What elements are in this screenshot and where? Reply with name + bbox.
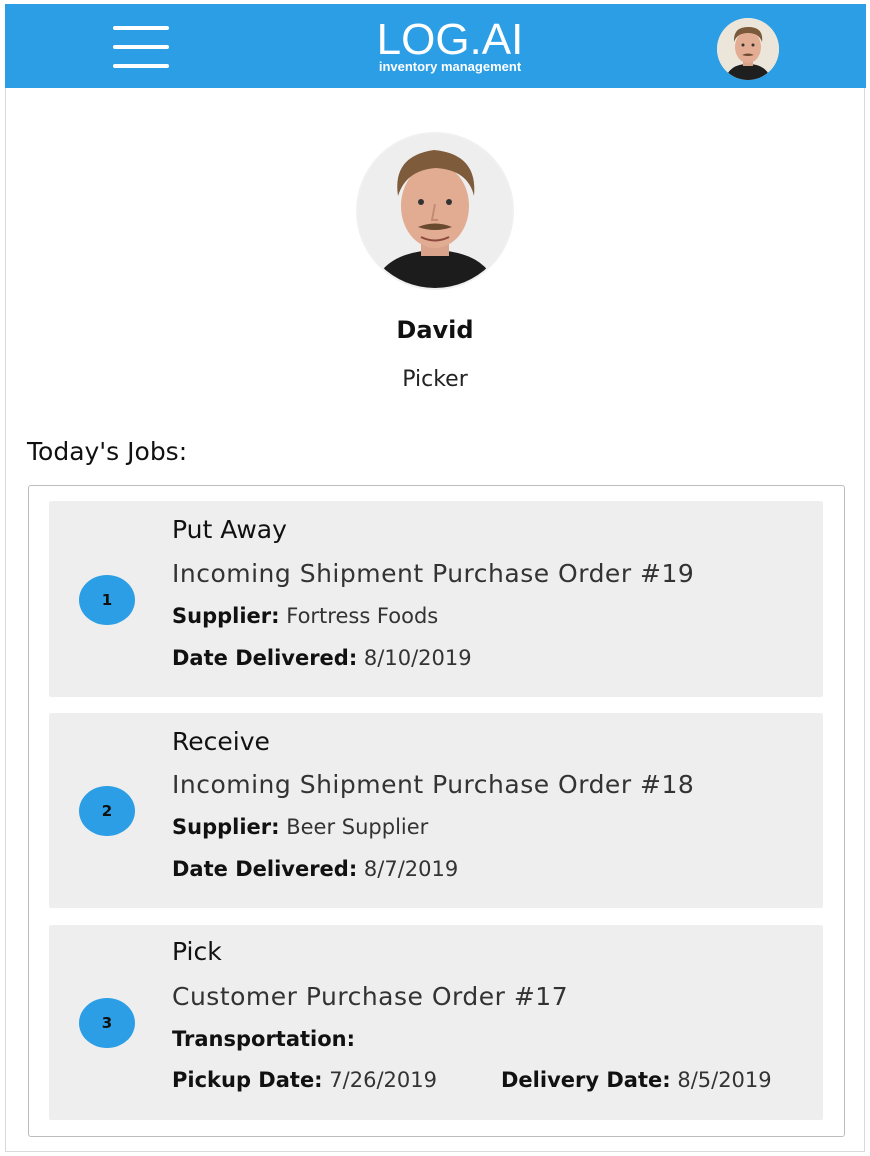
pickup-date-label: Pickup Date: xyxy=(172,1068,323,1092)
supplier-value: Fortress Foods xyxy=(286,604,439,628)
supplier-label: Supplier: xyxy=(172,815,280,839)
date-delivered-value: 8/7/2019 xyxy=(363,857,459,881)
job-pickup-date: Pickup Date: 7/26/2019 xyxy=(172,1068,437,1092)
job-card-2[interactable]: 2 Receive Incoming Shipment Purchase Ord… xyxy=(49,713,823,908)
job-number-badge: 2 xyxy=(79,786,135,836)
profile-photo xyxy=(356,132,514,290)
job-number-badge: 3 xyxy=(79,998,135,1048)
job-supplier: Supplier: Fortress Foods xyxy=(172,604,438,628)
job-delivery-date: Delivery Date: 8/5/2019 xyxy=(501,1068,772,1092)
transportation-label: Transportation: xyxy=(172,1027,356,1051)
job-type: Put Away xyxy=(172,515,287,544)
pickup-date-value: 7/26/2019 xyxy=(329,1068,437,1092)
job-transportation: Transportation: xyxy=(172,1027,355,1051)
supplier-label: Supplier: xyxy=(172,604,280,628)
delivery-date-label: Delivery Date: xyxy=(501,1068,671,1092)
app-logo[interactable]: LOG.AI inventory management xyxy=(360,18,540,74)
logo-title: LOG.AI xyxy=(376,15,524,64)
date-delivered-value: 8/10/2019 xyxy=(363,646,472,670)
hamburger-menu-icon[interactable] xyxy=(113,24,171,72)
date-delivered-label: Date Delivered: xyxy=(172,857,358,881)
logo-subtitle: inventory management xyxy=(378,59,522,74)
job-card-1[interactable]: 1 Put Away Incoming Shipment Purchase Or… xyxy=(49,501,823,697)
job-date-delivered: Date Delivered: 8/7/2019 xyxy=(172,857,458,881)
job-number-badge: 1 xyxy=(79,575,135,625)
supplier-value: Beer Supplier xyxy=(286,815,429,839)
jobs-section-title: Today's Jobs: xyxy=(27,437,188,466)
job-order: Incoming Shipment Purchase Order #18 xyxy=(172,770,695,799)
job-order: Customer Purchase Order #17 xyxy=(172,982,569,1011)
user-avatar[interactable] xyxy=(717,18,779,80)
avatar-portrait-icon xyxy=(717,18,779,80)
job-order: Incoming Shipment Purchase Order #19 xyxy=(172,559,695,588)
profile-name: David xyxy=(396,316,474,344)
app-header: LOG.AI inventory management xyxy=(5,4,866,88)
job-date-delivered: Date Delivered: 8/10/2019 xyxy=(172,646,472,670)
date-delivered-label: Date Delivered: xyxy=(172,646,358,670)
profile-portrait-icon xyxy=(358,134,512,288)
job-card-3[interactable]: 3 Pick Customer Purchase Order #17 Trans… xyxy=(49,925,823,1120)
job-type: Receive xyxy=(172,727,270,756)
job-supplier: Supplier: Beer Supplier xyxy=(172,815,428,839)
job-type: Pick xyxy=(172,937,222,966)
delivery-date-value: 8/5/2019 xyxy=(677,1068,772,1092)
profile-role: Picker xyxy=(402,367,468,392)
